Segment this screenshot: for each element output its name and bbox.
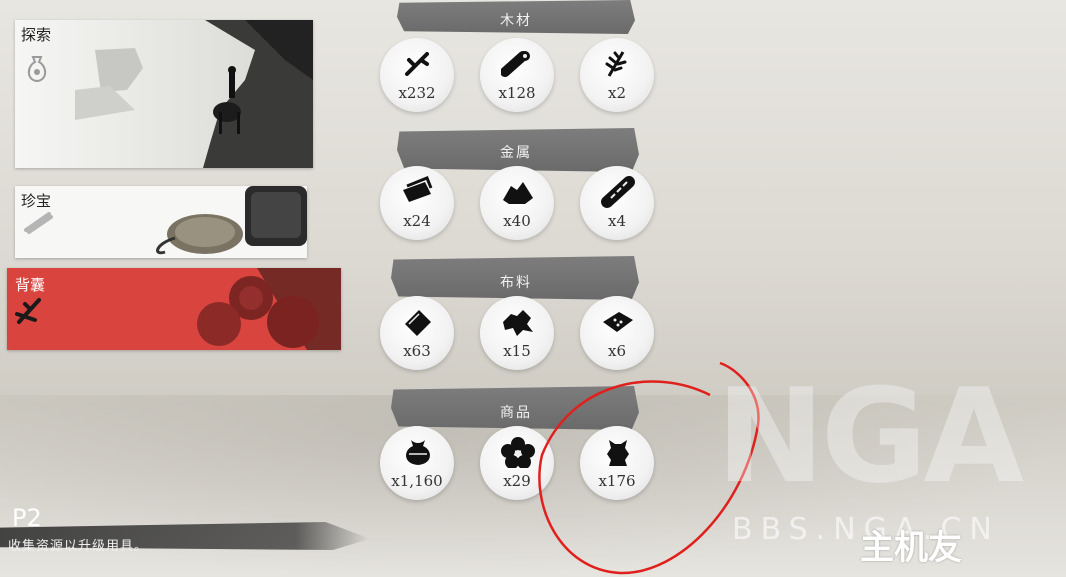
resource-item[interactable]: x2 [580, 38, 654, 112]
cloth-square-icon [405, 310, 431, 336]
group-title-wood: 木材 [500, 13, 532, 29]
silk-bundle-icon [603, 312, 633, 332]
resource-count: x1,160 [391, 472, 443, 490]
watermark-logo: NGA [716, 360, 1024, 512]
explore-landscape-art [15, 20, 313, 168]
page-indicator: P2 [12, 504, 42, 532]
hint-text: 收集资源以升级用具。 [8, 539, 149, 554]
scroll-icon [23, 210, 53, 238]
log-icon [501, 51, 530, 77]
resource-count: x2 [607, 84, 626, 102]
sidebar-item-label: 探索 [21, 26, 52, 44]
resource-count: x24 [403, 212, 431, 230]
group-title-goods: 商品 [500, 405, 532, 421]
ore-pile-icon [503, 182, 533, 204]
sidebar-item-label: 珍宝 [21, 192, 52, 210]
scroll-bundle-icon [15, 296, 43, 330]
sidebar-item-treasure[interactable]: 珍宝 [15, 186, 307, 258]
money-bag-icon [25, 54, 49, 88]
bag-pouches-art [7, 268, 341, 350]
plant-sprig-icon [605, 51, 627, 77]
resource-count: x128 [498, 84, 536, 102]
resource-item[interactable]: x40 [480, 166, 554, 240]
resource-item[interactable]: x63 [380, 296, 454, 370]
resource-count: x63 [403, 342, 431, 360]
resource-item[interactable]: x232 [380, 38, 454, 112]
metal-plates-icon [403, 176, 433, 202]
resource-count: x4 [607, 212, 626, 230]
sidebar-item-explore[interactable]: 探索 [15, 20, 313, 168]
leather-hide-icon [503, 310, 533, 336]
coin-string-icon [601, 176, 635, 208]
resource-item[interactable]: x4 [580, 166, 654, 240]
resource-count: x40 [503, 212, 531, 230]
treasure-compass-art [15, 186, 307, 258]
group-title-metal: 金属 [500, 145, 532, 161]
sidebar-item-bag[interactable]: 背囊 [7, 268, 341, 350]
pouch-icon [406, 440, 430, 465]
resource-item[interactable]: x128 [480, 38, 554, 112]
sidebar-item-label: 背囊 [15, 276, 46, 294]
resource-item[interactable]: x1,160 [380, 426, 454, 500]
resource-item[interactable]: x24 [380, 166, 454, 240]
group-title-cloth: 布料 [500, 275, 532, 291]
branch-icon [405, 52, 429, 76]
resource-count: x232 [398, 84, 436, 102]
watermark-brand: 主机友 [860, 528, 962, 568]
